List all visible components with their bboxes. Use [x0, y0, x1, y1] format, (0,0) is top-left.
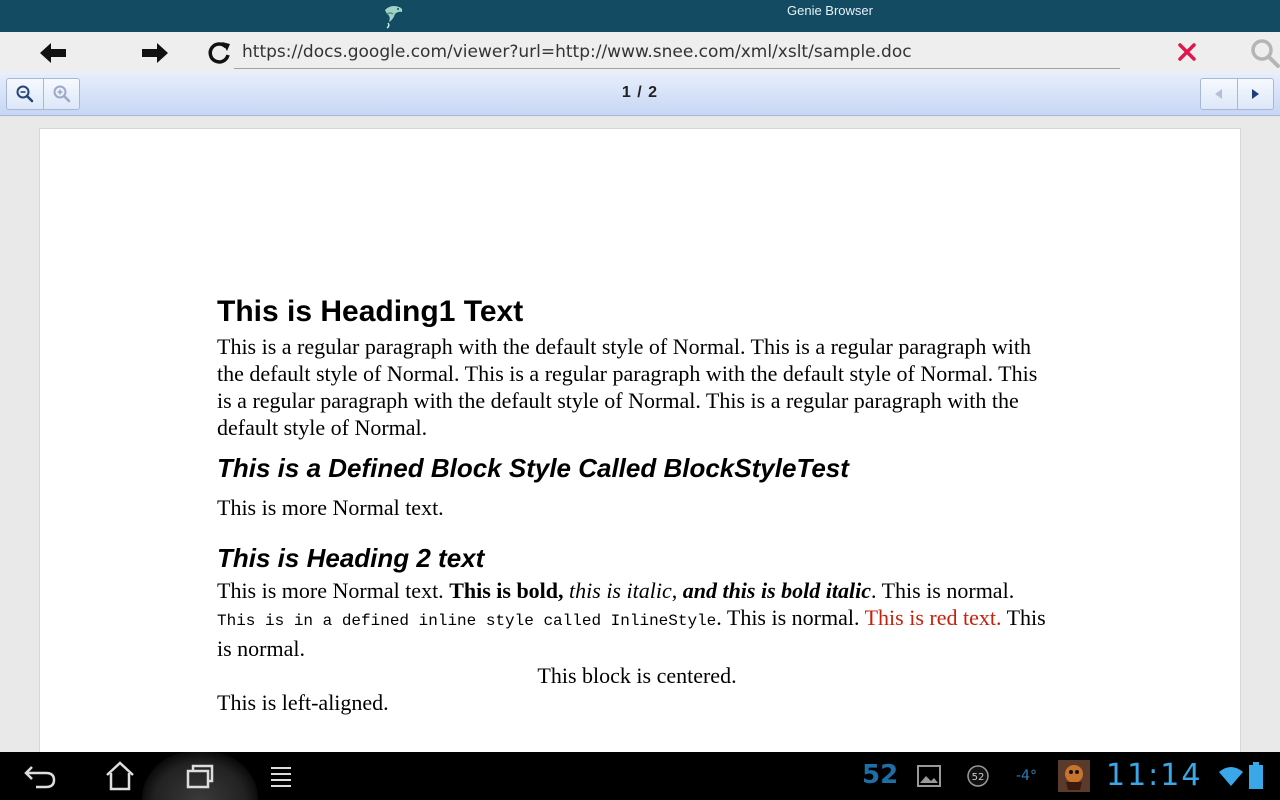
system-back-button[interactable]	[18, 758, 62, 794]
system-recent-apps-button[interactable]	[178, 758, 222, 794]
prev-page-button[interactable]	[1201, 79, 1237, 109]
zoom-controls	[6, 78, 80, 110]
next-page-icon	[1252, 89, 1260, 99]
forward-button[interactable]	[138, 36, 172, 70]
address-bar	[0, 32, 1280, 72]
bold-text: This is bold,	[449, 578, 564, 603]
url-field[interactable]	[234, 37, 1120, 69]
inline-style-text: This is in a defined inline style called…	[217, 612, 717, 630]
block-style-heading: This is a Defined Block Style Called Blo…	[217, 453, 849, 483]
viewer-toolbar: 1 / 2	[0, 72, 1280, 116]
document-page: This is Heading1 Text This is a regular …	[39, 128, 1241, 752]
left-aligned-paragraph: This is left-aligned.	[217, 690, 389, 715]
badge-notification-icon[interactable]: 52	[964, 764, 992, 788]
paragraph-normal: This is a regular paragraph with the def…	[217, 334, 1038, 440]
app-title: Genie Browser	[787, 3, 873, 18]
arrow-right-icon	[142, 43, 168, 63]
url-input[interactable]	[234, 37, 1120, 67]
system-home-icon	[106, 761, 134, 791]
zoom-in-button[interactable]	[7, 79, 43, 109]
normal-text: . This is normal.	[716, 605, 865, 630]
search-icon	[1251, 39, 1280, 68]
heading2: This is Heading 2 text	[217, 543, 485, 573]
system-recent-apps-icon	[186, 764, 214, 789]
reload-icon	[208, 42, 230, 64]
page-indicator: 1 / 2	[621, 84, 659, 101]
genie-bird-logo-icon	[385, 6, 403, 29]
wifi-icon	[1219, 767, 1243, 786]
status-clock: 11:14	[1106, 758, 1203, 793]
paragraph-mixed-styles: This is more Normal text. This is bold, …	[217, 577, 1057, 662]
zoom-in-icon	[16, 85, 34, 103]
next-page-button[interactable]	[1236, 79, 1273, 109]
heading1: This is Heading1 Text	[217, 295, 524, 328]
bold-italic-text: and this is bold italic	[682, 578, 871, 603]
gallery-notification-icon[interactable]	[916, 764, 942, 788]
back-button[interactable]	[36, 36, 70, 70]
system-menu-icon	[271, 767, 291, 787]
zoom-out-icon	[53, 85, 70, 103]
zoom-out-button[interactable]	[43, 79, 79, 109]
red-text: This is red text.	[864, 605, 1002, 630]
normal-text: . This is normal.	[870, 578, 1015, 603]
system-menu-button[interactable]	[259, 758, 303, 794]
centered-paragraph: This block is centered.	[537, 663, 737, 688]
notification-count: 52	[862, 760, 899, 790]
badge-count: 52	[972, 772, 985, 783]
system-home-button[interactable]	[98, 758, 142, 794]
paragraph-more-normal: This is more Normal text.	[217, 495, 444, 520]
title-bar: Genie Browser	[0, 0, 1280, 32]
italic-text: this is italic	[563, 578, 672, 603]
prev-page-icon	[1214, 89, 1222, 99]
arrow-left-icon	[40, 43, 66, 63]
weather-text[interactable]: -4°	[1016, 768, 1037, 784]
page-nav-controls	[1200, 78, 1274, 110]
normal-text: This is more Normal text.	[217, 578, 450, 603]
clear-url-button[interactable]	[1170, 36, 1204, 70]
battery-icon	[1249, 762, 1263, 789]
close-x-icon	[1178, 43, 1196, 61]
reload-button[interactable]	[202, 36, 236, 70]
document-content: This is Heading1 Text This is a regular …	[217, 295, 1057, 716]
comma-text: ,	[671, 578, 683, 603]
search-button[interactable]	[1248, 36, 1280, 70]
system-back-icon	[24, 766, 56, 789]
document-viewport[interactable]: This is Heading1 Text This is a regular …	[0, 117, 1280, 752]
system-navigation-bar: 52 52 -4° 11:14	[0, 752, 1280, 800]
game-notification-icon[interactable]	[1058, 760, 1090, 792]
